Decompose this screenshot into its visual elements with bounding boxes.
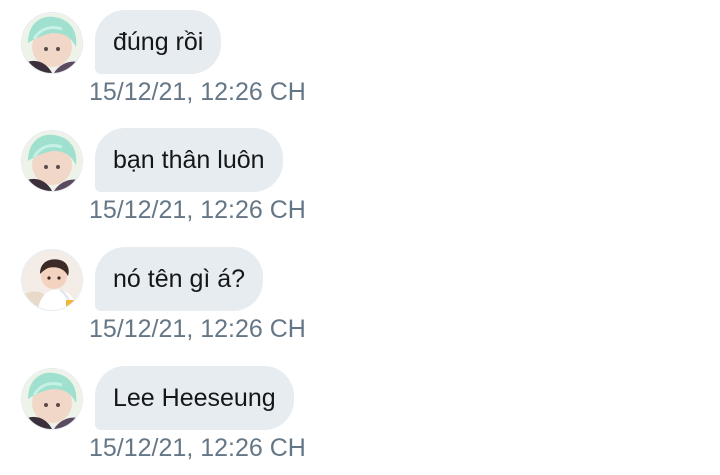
message-bubble[interactable]: bạn thân luôn (95, 128, 283, 192)
user-green-hair-avatar[interactable] (21, 12, 83, 74)
message-item: đúng rồi 15/12/21, 12:26 CH (0, 0, 720, 118)
message-bubble[interactable]: đúng rồi (95, 10, 222, 74)
message-item: nó tên gì á? 15/12/21, 12:26 CH (0, 237, 720, 355)
message-item: bạn thân luôn 15/12/21, 12:26 CH (0, 118, 720, 236)
user-dark-hair-avatar[interactable] (21, 249, 83, 311)
message-text: nó tên gì á? (113, 265, 246, 293)
user-green-hair-avatar[interactable] (21, 368, 83, 430)
message-timestamp: 15/12/21, 12:26 CH (89, 434, 306, 462)
message-item: Lee Heeseung 15/12/21, 12:26 CH (0, 356, 720, 474)
message-bubble[interactable]: nó tên gì á? (95, 247, 264, 311)
message-text: Lee Heeseung (113, 384, 276, 412)
message-thread: đúng rồi 15/12/21, 12:26 CH bạn thân luô… (0, 0, 720, 475)
message-text: đúng rồi (113, 28, 204, 56)
message-timestamp: 15/12/21, 12:26 CH (89, 78, 306, 106)
user-green-hair-avatar[interactable] (21, 130, 83, 192)
message-bubble[interactable]: Lee Heeseung (95, 366, 294, 430)
message-timestamp: 15/12/21, 12:26 CH (89, 196, 306, 224)
message-text: bạn thân luôn (113, 146, 265, 174)
message-timestamp: 15/12/21, 12:26 CH (89, 315, 306, 343)
